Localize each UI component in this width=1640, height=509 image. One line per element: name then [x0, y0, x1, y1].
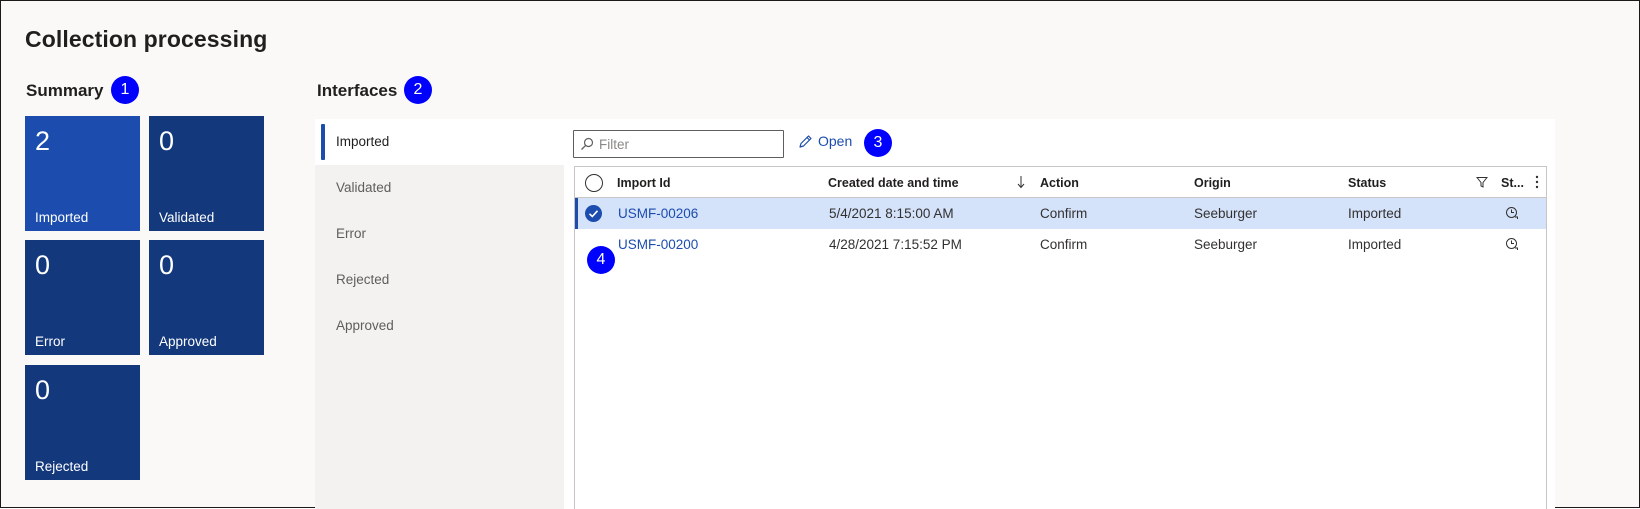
sort-descending-icon[interactable] [1016, 175, 1026, 189]
filter-input[interactable] [597, 134, 777, 154]
created-cell: 5/4/2021 8:15:00 AM [829, 206, 954, 221]
column-header-origin[interactable]: Origin [1194, 176, 1231, 190]
more-options-icon[interactable] [1535, 175, 1539, 189]
import-id-link[interactable]: USMF-00200 [618, 237, 698, 252]
tile-count: 0 [159, 126, 175, 156]
tile-count: 0 [35, 250, 51, 280]
created-cell: 4/28/2021 7:15:52 PM [829, 237, 962, 252]
open-button-label: Open [818, 133, 853, 149]
page-title: Collection processing [25, 26, 268, 52]
origin-cell: Seeburger [1194, 206, 1258, 221]
grid-header: Import Id Created date and time Action O… [575, 167, 1546, 198]
tile-error[interactable]: 0 Error [25, 240, 140, 355]
open-button[interactable]: Open [798, 133, 852, 149]
app-window: Collection processing Summary 1 2 Import… [0, 0, 1640, 509]
nav-item-validated[interactable]: Validated [315, 165, 564, 211]
interfaces-content: Open 3 Import Id Created date and time A… [564, 119, 1555, 509]
checkmark-icon [588, 210, 599, 218]
nav-item-approved[interactable]: Approved [315, 303, 564, 349]
nav-item-imported[interactable]: Imported [315, 119, 564, 165]
tile-count: 0 [159, 250, 175, 280]
select-all-checkbox[interactable] [585, 174, 603, 192]
tile-label: Error [35, 334, 65, 349]
tile-label: Approved [159, 334, 217, 349]
nav-item-rejected[interactable]: Rejected [315, 257, 564, 303]
clock-status-icon[interactable] [1505, 206, 1519, 220]
tile-approved[interactable]: 0 Approved [149, 240, 264, 355]
tile-count: 2 [35, 126, 51, 156]
tile-count: 0 [35, 375, 51, 405]
nav-item-error[interactable]: Error [315, 211, 564, 257]
tile-imported[interactable]: 2 Imported [25, 116, 140, 231]
table-row[interactable]: USMF-00206 5/4/2021 8:15:00 AM Confirm S… [575, 198, 1546, 229]
column-header-status[interactable]: Status [1348, 176, 1386, 190]
search-icon [581, 137, 594, 150]
summary-title: Summary [26, 81, 104, 100]
import-id-link[interactable]: USMF-00206 [618, 206, 698, 221]
pencil-icon [799, 134, 812, 148]
column-header-created[interactable]: Created date and time [828, 176, 959, 190]
table-row[interactable]: USMF-00200 4/28/2021 7:15:52 PM Confirm … [575, 229, 1546, 260]
callout-badge: 3 [864, 129, 892, 157]
tile-label: Imported [35, 210, 89, 225]
tile-validated[interactable]: 0 Validated [149, 116, 264, 231]
status-cell: Imported [1348, 237, 1402, 252]
action-cell: Confirm [1040, 206, 1088, 221]
tile-rejected[interactable]: 0 Rejected [25, 365, 140, 480]
interfaces-title: Interfaces [317, 81, 398, 100]
action-cell: Confirm [1040, 237, 1088, 252]
interfaces-nav: Imported Validated Error Rejected Approv… [315, 119, 564, 509]
status-cell: Imported [1348, 206, 1402, 221]
filter-box[interactable] [573, 130, 784, 158]
column-header-st[interactable]: St... [1501, 176, 1524, 190]
clock-status-icon[interactable] [1505, 237, 1519, 251]
callout-badge: 1 [111, 76, 139, 104]
tile-label: Rejected [35, 459, 89, 474]
column-header-import-id[interactable]: Import Id [617, 176, 670, 190]
origin-cell: Seeburger [1194, 237, 1258, 252]
row-checkbox[interactable] [585, 205, 602, 222]
callout-badge: 2 [404, 76, 432, 104]
tile-label: Validated [159, 210, 215, 225]
column-header-action[interactable]: Action [1040, 176, 1079, 190]
filter-funnel-icon[interactable] [1476, 176, 1488, 188]
callout-badge: 4 [587, 246, 615, 274]
import-grid: Import Id Created date and time Action O… [574, 166, 1547, 509]
